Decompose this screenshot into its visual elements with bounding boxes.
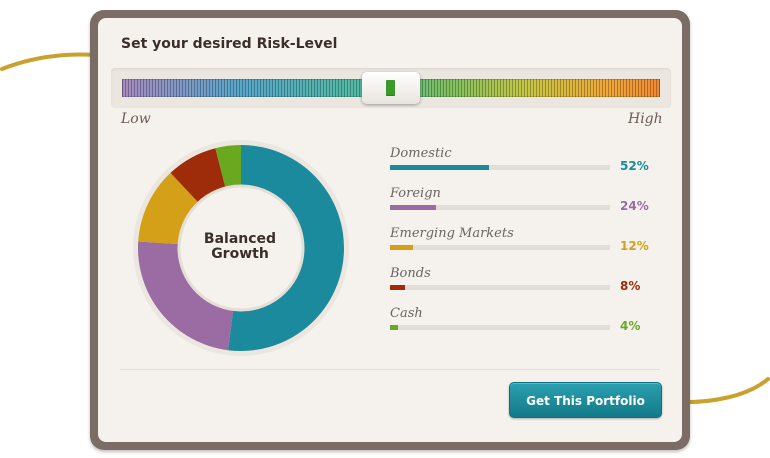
allocation-label: Foreign (390, 186, 441, 201)
allocation-bar (390, 245, 610, 250)
slider-grip-icon (386, 80, 395, 96)
allocation-bar-fill (390, 165, 489, 170)
allocation-percent: 12% (620, 239, 649, 253)
allocation-bar (390, 285, 610, 290)
portfolio-name-line1: Balanced (203, 231, 277, 247)
allocation-bar-fill (390, 325, 398, 330)
portfolio-name: Balanced Growth (196, 232, 284, 262)
allocation-label: Domestic (390, 146, 452, 161)
allocation-label: Bonds (390, 266, 431, 281)
allocation-bar-fill (390, 245, 413, 250)
risk-low-label: Low (121, 111, 151, 127)
allocation-bar (390, 165, 610, 170)
risk-high-label: High (628, 111, 663, 127)
allocation-percent: 8% (620, 279, 641, 293)
portfolio-name-line2: Growth (211, 246, 269, 262)
allocation-percent: 52% (620, 159, 649, 173)
allocation-bar (390, 325, 610, 330)
allocation-bar (390, 205, 610, 210)
allocation-percent: 4% (620, 319, 641, 333)
risk-level-title: Set your desired Risk-Level (121, 36, 338, 52)
get-this-portfolio-button[interactable]: Get This Portfolio (509, 382, 662, 418)
allocation-percent: 24% (620, 199, 649, 213)
allocation-label: Cash (390, 306, 423, 321)
allocation-bar-fill (390, 205, 436, 210)
allocation-label: Emerging Markets (390, 226, 514, 241)
allocation-bar-fill (390, 285, 406, 290)
divider (120, 369, 660, 370)
